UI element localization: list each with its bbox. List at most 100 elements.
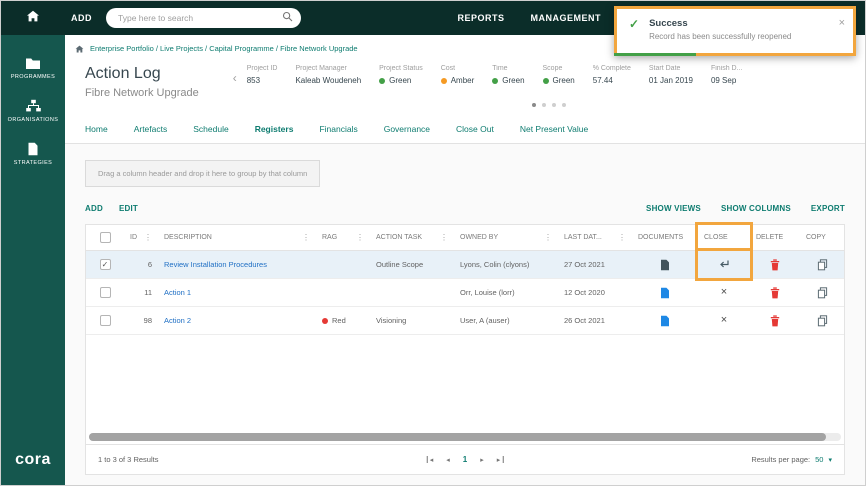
field-value: Kaleab Woudeneh bbox=[295, 76, 362, 85]
add-button[interactable]: ADD bbox=[85, 204, 103, 213]
row-checkbox[interactable] bbox=[99, 315, 111, 326]
show-views-button[interactable]: SHOW VIEWS bbox=[646, 204, 701, 213]
reports-menu[interactable]: REPORTS bbox=[457, 13, 504, 23]
sidebar-item-organisations[interactable]: ORGANISATIONS bbox=[1, 99, 65, 123]
table-empty-space bbox=[86, 335, 844, 433]
column-menu-icon[interactable]: ⋮ bbox=[144, 233, 152, 242]
horizontal-scrollbar-thumb[interactable] bbox=[89, 433, 826, 441]
field-label: Finish D... bbox=[710, 65, 743, 72]
column-menu-icon[interactable]: ⋮ bbox=[618, 233, 626, 242]
column-menu-icon[interactable]: ⋮ bbox=[544, 233, 552, 242]
tab-close-out[interactable]: Close Out bbox=[456, 124, 494, 134]
column-menu-icon[interactable]: ⋮ bbox=[440, 233, 448, 242]
table-row: ✓ 6 Review Installation Procedures Outline … bbox=[86, 248, 844, 281]
per-page-caret-icon[interactable]: ▾ bbox=[828, 456, 832, 464]
group-by-drop-zone[interactable]: Drag a column header and drop it here to… bbox=[85, 160, 321, 187]
cell-id: 6 bbox=[147, 260, 152, 269]
select-all-checkbox[interactable] bbox=[99, 232, 111, 243]
column-header-owned-by[interactable]: OWNED BY ⋮ bbox=[454, 225, 558, 250]
close-icon[interactable]: × bbox=[698, 279, 750, 306]
pager-dot[interactable] bbox=[551, 103, 556, 107]
previous-page-button[interactable]: ◂ bbox=[446, 456, 450, 464]
column-menu-icon[interactable]: ⋮ bbox=[302, 233, 310, 242]
row-select-cell bbox=[86, 307, 124, 334]
info-prev-chevron-icon[interactable]: ‹ bbox=[233, 71, 237, 85]
row-checkbox[interactable] bbox=[99, 287, 111, 298]
sidebar-item-programmes[interactable]: PROGRAMMES bbox=[1, 57, 65, 80]
topbar-add-button[interactable]: ADD bbox=[71, 13, 92, 23]
column-header-documents[interactable]: DOCUMENTS bbox=[632, 225, 698, 250]
grid-toolbar: ADD EDIT SHOW VIEWS SHOW COLUMNS EXPORT bbox=[85, 204, 845, 213]
tab-governance[interactable]: Governance bbox=[384, 124, 430, 134]
pager-dot[interactable] bbox=[541, 103, 546, 107]
column-label: LAST DAT... bbox=[564, 234, 602, 241]
sidebar: PROGRAMMES ORGANISATIONS STRATEGIES cora bbox=[1, 35, 65, 485]
description-link[interactable]: Review Installation Procedures bbox=[164, 260, 267, 269]
column-header-close[interactable]: CLOSE bbox=[695, 222, 753, 253]
column-header-copy[interactable]: COPY bbox=[800, 225, 844, 250]
field-label: Scope bbox=[542, 65, 563, 72]
tab-schedule[interactable]: Schedule bbox=[193, 124, 228, 134]
copy-icon[interactable] bbox=[800, 307, 844, 334]
last-page-button[interactable]: ▸ bbox=[497, 456, 504, 464]
tab-artefacts[interactable]: Artefacts bbox=[134, 124, 168, 134]
export-button[interactable]: EXPORT bbox=[811, 204, 845, 213]
copy-icon[interactable] bbox=[800, 251, 844, 278]
close-icon[interactable]: × bbox=[698, 307, 750, 334]
current-page[interactable]: 1 bbox=[463, 455, 467, 464]
document-icon[interactable] bbox=[632, 251, 698, 278]
document-icon[interactable] bbox=[632, 279, 698, 306]
status-dot bbox=[440, 77, 447, 84]
next-page-button[interactable]: ▸ bbox=[480, 456, 484, 464]
row-checkbox[interactable]: ✓ bbox=[99, 259, 111, 270]
copy-icon[interactable] bbox=[800, 279, 844, 306]
column-header-rag[interactable]: RAG ⋮ bbox=[316, 225, 370, 250]
cell-owned-by: Lyons, Colin (clyons) bbox=[460, 260, 530, 269]
delete-icon[interactable] bbox=[750, 279, 800, 306]
sidebar-item-strategies[interactable]: STRATEGIES bbox=[1, 142, 65, 166]
first-page-button[interactable]: ◂ bbox=[427, 456, 434, 464]
description-link[interactable]: Action 1 bbox=[164, 288, 191, 297]
column-menu-icon[interactable]: ⋮ bbox=[356, 233, 364, 242]
close-x-glyph: × bbox=[720, 314, 728, 326]
horizontal-scrollbar[interactable] bbox=[89, 433, 841, 441]
column-header-last-date[interactable]: LAST DAT... ⋮ bbox=[558, 225, 632, 250]
search-icon[interactable] bbox=[282, 9, 293, 27]
reopen-icon[interactable] bbox=[695, 248, 753, 281]
toast-close-icon[interactable]: × bbox=[839, 18, 845, 29]
column-label: ID bbox=[130, 234, 137, 241]
column-header-description[interactable]: DESCRIPTION ⋮ bbox=[158, 225, 316, 250]
breadcrumb-home-icon[interactable] bbox=[75, 45, 84, 53]
page-title: Action Log bbox=[85, 65, 161, 82]
edit-button[interactable]: EDIT bbox=[119, 204, 138, 213]
search-input[interactable] bbox=[118, 13, 282, 23]
column-header-action-task[interactable]: ACTION TASK ⋮ bbox=[370, 225, 454, 250]
tab-financials[interactable]: Financials bbox=[319, 124, 357, 134]
project-info-field: % Complete 57.44 bbox=[593, 65, 631, 85]
delete-icon[interactable] bbox=[750, 251, 800, 278]
close-x-glyph: × bbox=[720, 286, 728, 298]
column-header-id[interactable]: ID ⋮ bbox=[124, 225, 158, 250]
delete-icon[interactable] bbox=[750, 307, 800, 334]
breadcrumb-path[interactable]: Enterprise Portfolio / Live Projects / C… bbox=[90, 44, 358, 53]
description-link[interactable]: Action 2 bbox=[164, 316, 191, 325]
document-icon[interactable] bbox=[632, 307, 698, 334]
tab-home[interactable]: Home bbox=[85, 124, 108, 134]
action-log-table: ID ⋮ DESCRIPTION ⋮ RAG ⋮ ACTION TASK ⋮ OWNED BY ⋮… bbox=[85, 222, 845, 445]
pagination: ◂ ◂ 1 ▸ ▸ bbox=[427, 455, 504, 464]
cell-action-task: Visioning bbox=[376, 316, 407, 325]
column-header-delete[interactable]: DELETE bbox=[750, 225, 800, 250]
home-button[interactable] bbox=[1, 1, 65, 35]
toast-title: Success bbox=[649, 18, 688, 29]
management-menu[interactable]: MANAGEMENT bbox=[531, 13, 602, 23]
field-label: Time bbox=[492, 65, 508, 72]
show-columns-button[interactable]: SHOW COLUMNS bbox=[721, 204, 791, 213]
sidebar-item-label: ORGANISATIONS bbox=[7, 117, 59, 123]
pager-dot[interactable] bbox=[531, 103, 536, 107]
global-search[interactable] bbox=[106, 8, 301, 28]
tab-net-present-value[interactable]: Net Present Value bbox=[520, 124, 588, 134]
tab-registers[interactable]: Registers bbox=[255, 124, 294, 134]
per-page-value[interactable]: 50 bbox=[815, 455, 823, 464]
status-dot bbox=[379, 77, 386, 84]
pager-dot[interactable] bbox=[561, 103, 566, 107]
